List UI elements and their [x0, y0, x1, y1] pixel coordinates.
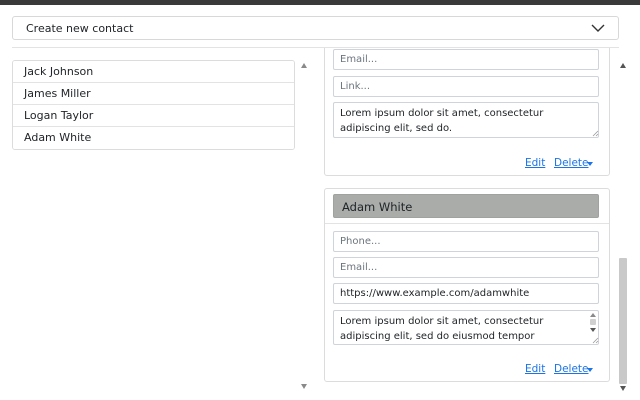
scroll-down-arrow-icon[interactable]: [300, 383, 308, 390]
scroll-down-arrow-icon[interactable]: [589, 327, 597, 333]
contact-item[interactable]: Logan Taylor: [13, 105, 294, 127]
scroll-down-arrow-icon[interactable]: [619, 385, 627, 392]
contact-list: Jack Johnson James Miller Logan Taylor A…: [12, 60, 295, 150]
scroll-thumb[interactable]: [619, 258, 627, 384]
caret-down-icon: [587, 368, 593, 372]
edit-button[interactable]: Edit: [525, 363, 545, 375]
notes-field[interactable]: Lorem ipsum dolor sit amet, consectetur …: [333, 102, 599, 138]
scroll-up-arrow-icon[interactable]: [589, 312, 597, 318]
caret-down-icon: [587, 162, 593, 166]
create-contact-label: Create new contact: [26, 22, 134, 35]
contact-item[interactable]: James Miller: [13, 83, 294, 105]
card-header-divider: [325, 223, 609, 224]
contact-card-header: Adam White: [333, 194, 599, 218]
edit-button[interactable]: Edit: [525, 157, 545, 169]
details-scrollbar[interactable]: [617, 58, 629, 392]
scroll-up-arrow-icon[interactable]: [619, 62, 627, 69]
scroll-up-arrow-icon[interactable]: [300, 62, 308, 69]
link-field[interactable]: [333, 283, 599, 304]
contact-card: Adam White Lorem ipsum dolor sit amet, c…: [324, 188, 610, 382]
resize-grip-icon[interactable]: [592, 337, 599, 344]
link-field[interactable]: [333, 76, 599, 97]
contact-item[interactable]: Adam White: [13, 127, 294, 149]
window-top-bar: [0, 0, 640, 5]
contact-card: Lorem ipsum dolor sit amet, consectetur …: [324, 48, 610, 176]
notes-field[interactable]: Lorem ipsum dolor sit amet, consectetur …: [333, 310, 599, 345]
resize-grip-icon[interactable]: [592, 130, 599, 137]
contact-details-panel: Lorem ipsum dolor sit amet, consectetur …: [313, 48, 615, 400]
delete-button[interactable]: Delete: [554, 157, 589, 169]
notes-scroll-thumb[interactable]: [590, 319, 596, 325]
email-field[interactable]: [333, 49, 599, 70]
email-field[interactable]: [333, 257, 599, 278]
list-scrollbar[interactable]: [298, 60, 309, 392]
chevron-down-icon: [591, 24, 605, 32]
create-contact-toggle[interactable]: Create new contact: [12, 16, 619, 40]
contact-card-title: Adam White: [342, 200, 413, 214]
phone-field[interactable]: [333, 231, 599, 252]
contact-item[interactable]: Jack Johnson: [13, 61, 294, 83]
delete-button[interactable]: Delete: [554, 363, 589, 375]
